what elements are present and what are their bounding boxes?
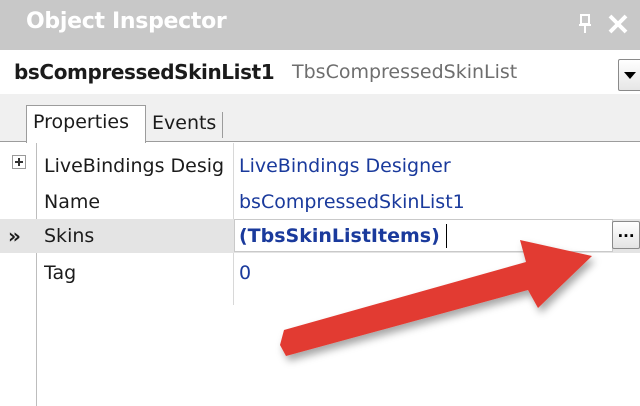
property-name: Name [44, 191, 101, 213]
object-name: bsCompressedSkinList1 [14, 60, 275, 84]
object-selector[interactable]: bsCompressedSkinList1 TbsCompressedSkinL… [0, 50, 640, 94]
property-name: Skins [44, 225, 95, 247]
ellipsis-button[interactable]: ... [612, 221, 640, 249]
property-value: bsCompressedSkinList1 [239, 191, 465, 213]
property-value: 0 [239, 262, 252, 284]
property-row[interactable]: Tag 0 [0, 256, 640, 290]
close-icon[interactable] [606, 12, 630, 36]
property-name: LiveBindings Desig [44, 155, 225, 177]
property-name: Tag [44, 262, 77, 284]
pin-icon[interactable] [578, 14, 592, 34]
object-type: TbsCompressedSkinList [292, 61, 518, 83]
title-bar: Object Inspector [0, 0, 640, 50]
property-row[interactable]: LiveBindings Desig LiveBindings Designer [0, 149, 640, 183]
selected-row-marker: » [8, 224, 21, 248]
property-value[interactable]: (TbsSkinListItems) [239, 225, 440, 247]
property-row[interactable]: Name bsCompressedSkinList1 [0, 185, 640, 219]
object-dropdown-button[interactable] [618, 59, 640, 91]
tab-events[interactable]: Events [152, 112, 224, 138]
property-value: LiveBindings Designer [239, 155, 451, 177]
text-caret [446, 224, 447, 248]
tab-properties[interactable]: Properties [26, 105, 146, 143]
window-title: Object Inspector [26, 9, 227, 34]
chevron-down-icon [624, 72, 636, 79]
expand-plus-icon[interactable] [12, 155, 26, 169]
